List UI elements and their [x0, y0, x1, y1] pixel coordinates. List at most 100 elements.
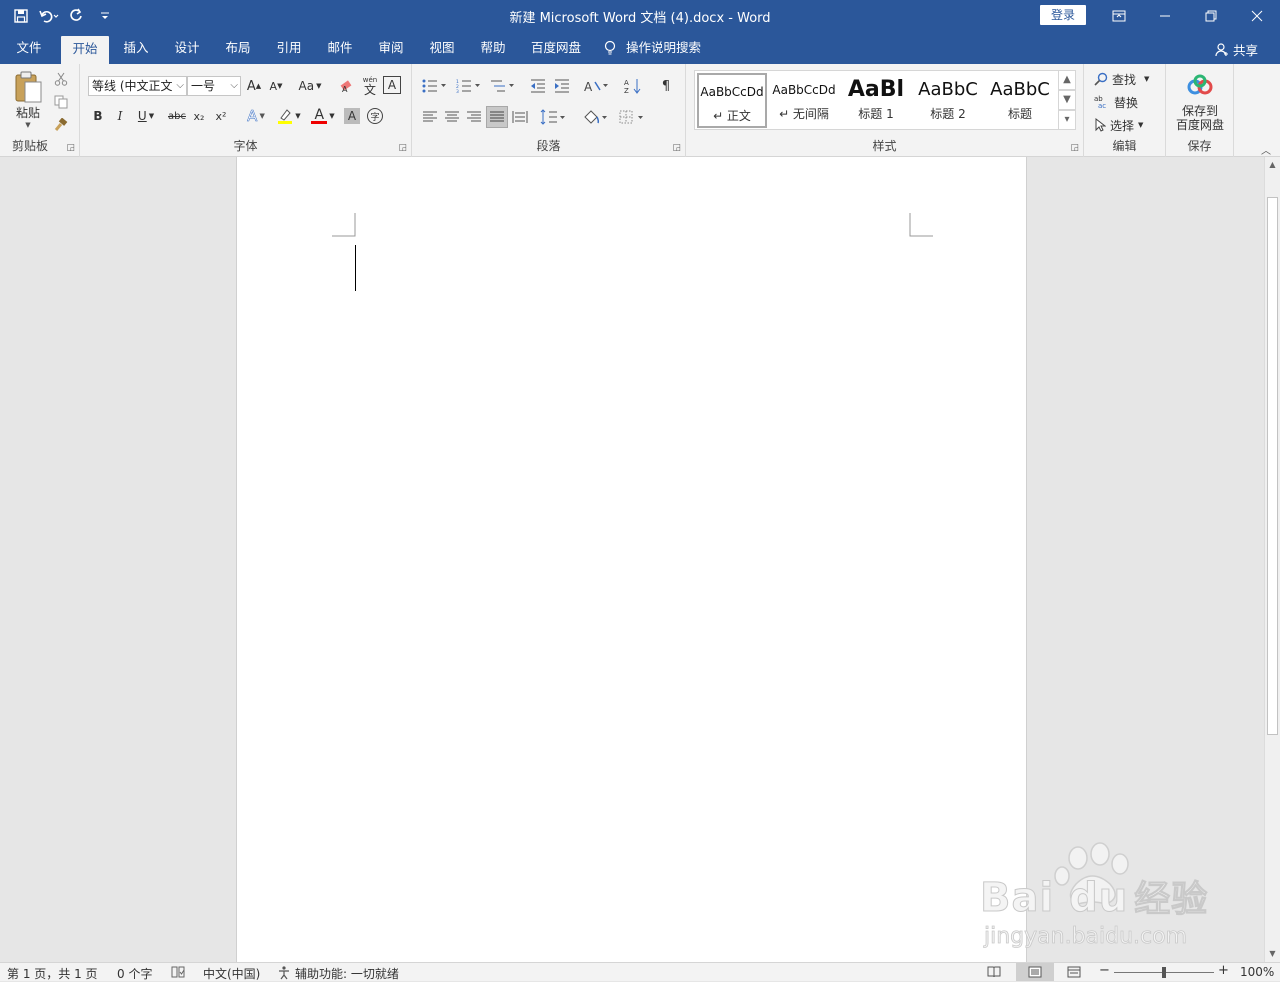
tab-file[interactable]: 文件 [4, 32, 54, 64]
copy-icon[interactable] [52, 93, 70, 111]
zoom-out-button[interactable]: − [1099, 963, 1110, 978]
close-icon[interactable] [1234, 0, 1280, 32]
replace-button[interactable]: ab ac 替换 [1094, 92, 1164, 112]
character-border-icon[interactable]: A [383, 76, 401, 94]
scrollbar-thumb[interactable] [1267, 197, 1278, 735]
tab-insert[interactable]: 插入 [112, 32, 160, 64]
text-effects-button[interactable]: A ▼ [242, 106, 270, 126]
tab-mailings[interactable]: 邮件 [316, 32, 364, 64]
shrink-font-icon[interactable]: A ▼ [267, 76, 285, 96]
login-button[interactable]: 登录 [1040, 5, 1086, 25]
zoom-in-button[interactable]: + [1218, 963, 1229, 978]
save-to-baidu-netdisk-button[interactable]: 保存到 百度网盘 [1170, 70, 1230, 136]
print-layout-icon[interactable] [1016, 963, 1054, 981]
distributed-icon[interactable] [510, 107, 530, 127]
scroll-down-icon[interactable]: ▼ [1265, 946, 1280, 962]
align-left-icon[interactable] [420, 107, 440, 127]
underline-button[interactable]: U ▼ [134, 106, 158, 126]
phonetic-guide-icon[interactable]: wén 文 [360, 74, 380, 98]
strikethrough-button[interactable]: abc [166, 106, 188, 126]
style-preview: AaBbC [918, 79, 978, 100]
sort-icon[interactable]: AZ [622, 76, 644, 96]
tab-view[interactable]: 视图 [418, 32, 466, 64]
tab-layout[interactable]: 布局 [214, 32, 262, 64]
tell-me-search[interactable]: 操作说明搜索 [604, 32, 714, 64]
shading-button[interactable] [580, 107, 610, 127]
select-button[interactable]: 选择 ▼ [1094, 115, 1164, 135]
tab-home[interactable]: 开始 [61, 36, 109, 64]
cut-icon[interactable] [52, 70, 70, 88]
style-heading-1[interactable]: AaBl 标题 1 [841, 73, 911, 128]
tab-review[interactable]: 审阅 [367, 32, 415, 64]
zoom-slider-thumb[interactable] [1162, 967, 1166, 978]
chinese-layout-button[interactable]: A [582, 76, 612, 96]
align-right-icon[interactable] [464, 107, 484, 127]
vertical-scrollbar[interactable]: ▲ ▼ [1264, 157, 1280, 962]
accessibility-icon[interactable] [277, 966, 293, 980]
proofing-icon[interactable] [171, 966, 185, 978]
justify-icon[interactable] [486, 106, 508, 128]
font-group: 等线 (中文正文 ⌵ 一号 ⌵ A ▲ A ▼ Aa ▼ A wén 文 A B I U… [80, 64, 412, 157]
borders-button[interactable] [616, 107, 646, 127]
style-title[interactable]: AaBbC 标题 [985, 73, 1055, 128]
bold-button[interactable]: B [90, 106, 106, 126]
style-normal[interactable]: AaBbCcDd ↵ 正文 [697, 73, 767, 128]
font-size-combo[interactable]: 一号 ⌵ [187, 76, 241, 96]
clear-formatting-icon[interactable]: A [338, 76, 356, 96]
font-launcher-icon[interactable]: ◲ [398, 143, 407, 153]
paste-dropdown-icon[interactable]: ▼ [25, 121, 30, 129]
tab-design[interactable]: 设计 [163, 32, 211, 64]
collapse-ribbon-icon[interactable]: ︿ [1258, 142, 1274, 157]
page-count[interactable]: 第 1 页，共 1 页 [7, 965, 98, 982]
show-formatting-marks-icon[interactable]: ¶ [656, 76, 676, 96]
web-layout-icon[interactable] [1067, 966, 1081, 978]
tell-me-label: 操作说明搜索 [626, 40, 702, 55]
increase-indent-icon[interactable] [552, 76, 572, 96]
paste-button[interactable]: 粘贴 ▼ [8, 68, 48, 130]
character-shading-button[interactable]: A [344, 108, 360, 124]
change-case-button[interactable]: Aa ▼ [294, 76, 326, 96]
decrease-indent-icon[interactable] [528, 76, 548, 96]
language[interactable]: 中文(中国) [203, 965, 260, 982]
tab-references[interactable]: 引用 [265, 32, 313, 64]
accessibility-status[interactable]: 辅助功能: 一切就绪 [295, 965, 399, 982]
italic-button[interactable]: I [112, 106, 128, 126]
subscript-button[interactable]: x₂ [190, 106, 208, 126]
ribbon-display-options-icon[interactable] [1096, 0, 1142, 32]
numbering-button[interactable]: 123 [454, 76, 484, 96]
format-painter-icon[interactable] [52, 116, 70, 134]
scroll-up-icon[interactable]: ▲ [1265, 157, 1280, 173]
more-styles-icon[interactable]: ▾ [1058, 110, 1076, 130]
read-mode-icon[interactable] [987, 966, 1001, 978]
enclose-characters-button[interactable]: 字 [366, 106, 384, 126]
change-case-label: Aa [298, 79, 315, 93]
style-no-spacing[interactable]: AaBbCcDd ↵ 无间隔 [769, 73, 839, 128]
document-page[interactable] [236, 157, 1027, 962]
bullets-button[interactable] [420, 76, 450, 96]
highlight-color-button[interactable]: ▼ [274, 106, 304, 126]
tab-baidu-netdisk[interactable]: 百度网盘 [522, 32, 590, 64]
word-count[interactable]: 0 个字 [117, 965, 152, 982]
superscript-button[interactable]: x² [212, 106, 230, 126]
find-button[interactable]: 查找 ▼ [1094, 69, 1164, 89]
restore-icon[interactable] [1188, 0, 1234, 32]
chevron-down-icon[interactable]: ▼ [1058, 90, 1076, 110]
font-name-combo[interactable]: 等线 (中文正文 ⌵ [88, 76, 187, 96]
tab-help[interactable]: 帮助 [469, 32, 517, 64]
chevron-up-icon[interactable]: ▲ [1058, 70, 1076, 90]
styles-gallery: AaBbCcDd ↵ 正文 AaBbCcDd ↵ 无间隔 AaBl 标题 1 A… [694, 70, 1076, 130]
ribbon: 粘贴 ▼ 剪贴板 ◲ 等线 (中文正文 ⌵ 一号 ⌵ A ▲ A ▼ Aa ▼ A [0, 64, 1280, 157]
paragraph-launcher-icon[interactable]: ◲ [672, 143, 681, 153]
minimize-icon[interactable] [1142, 0, 1188, 32]
styles-launcher-icon[interactable]: ◲ [1070, 143, 1079, 153]
line-spacing-button[interactable] [538, 107, 568, 127]
share-button[interactable]: 共享 [1215, 40, 1258, 59]
zoom-level[interactable]: 100% [1240, 965, 1274, 979]
align-center-icon[interactable] [442, 107, 462, 127]
multilevel-list-button[interactable] [488, 76, 518, 96]
font-color-button[interactable]: A ▼ [308, 106, 338, 126]
clipboard-launcher-icon[interactable]: ◲ [66, 143, 75, 153]
grow-font-icon[interactable]: A ▲ [245, 76, 263, 96]
font-color-swatch [311, 120, 328, 124]
style-heading-2[interactable]: AaBbC 标题 2 [913, 73, 983, 128]
